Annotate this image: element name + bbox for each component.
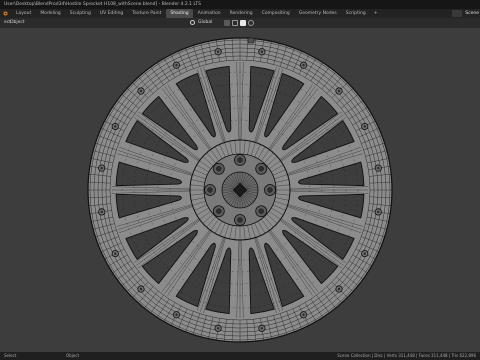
snap-toggle-icon[interactable] xyxy=(224,20,230,26)
proportional-falloff-icon[interactable] xyxy=(248,20,254,26)
rim-bolt-center xyxy=(114,252,117,255)
rim-bolt-center xyxy=(100,166,103,170)
object-menu[interactable]: Object xyxy=(10,18,25,28)
tab-animation[interactable]: Animation xyxy=(194,9,225,18)
rim-bolt-center xyxy=(337,287,341,291)
rim-bolt-center xyxy=(216,327,220,330)
rim-bolt-center xyxy=(114,125,117,128)
workspace-tabs: Layout Modeling Sculpting UV Editing Texture… xyxy=(12,9,381,18)
rim-bolt-center xyxy=(139,89,143,93)
rim-bolt-center xyxy=(260,50,264,53)
rim-bolt-center xyxy=(302,313,305,316)
rim-bolt-center xyxy=(302,64,305,67)
rim-bolt-center xyxy=(139,287,143,291)
tab-shading[interactable]: Shading xyxy=(166,9,193,18)
tab-uv-editing[interactable]: UV Editing xyxy=(96,9,127,18)
rim-bolt-center xyxy=(175,64,178,67)
rim-bolt-center xyxy=(175,313,178,316)
lug-nut-hole xyxy=(258,208,264,214)
tab-compositing[interactable]: Compositing xyxy=(258,9,294,18)
blender-logo-icon[interactable] xyxy=(2,11,8,16)
window-title-bar: User\Desktop\BlendProd34\Hostile Sprocke… xyxy=(0,0,480,9)
window-title: User\Desktop\BlendProd34\Hostile Sprocke… xyxy=(4,2,201,7)
rim-bolt-center xyxy=(337,89,341,93)
3d-viewport[interactable] xyxy=(0,28,480,352)
rim-bolt-center xyxy=(363,252,366,255)
snap-settings-icon[interactable] xyxy=(232,20,238,26)
transform-orientation-dropdown[interactable]: Global xyxy=(198,18,212,28)
status-scene-stats: Scene Collection | Disc | Verts 311,448 … xyxy=(337,353,476,358)
proportional-edit-icon[interactable] xyxy=(240,20,246,26)
lug-nut-hole xyxy=(216,208,222,214)
status-select-hint: Select xyxy=(4,353,17,358)
status-object-hint: Object xyxy=(66,353,80,358)
tab-layout[interactable]: Layout xyxy=(12,9,35,18)
lug-nut-hole xyxy=(258,166,264,172)
lug-nut-hole xyxy=(207,187,213,193)
rim-bolt-center xyxy=(377,210,380,214)
scene-label: Scene xyxy=(465,11,479,16)
tab-rendering[interactable]: Rendering xyxy=(226,9,257,18)
rim-bolt-center xyxy=(377,166,380,170)
workspace-tab-bar: Layout Modeling Sculpting UV Editing Texture… xyxy=(0,9,480,18)
lug-nut-hole xyxy=(267,187,273,193)
tab-geometry-nodes[interactable]: Geometry Nodes xyxy=(295,9,341,18)
wheel-mesh-wireframe[interactable] xyxy=(0,28,480,352)
add-workspace-button[interactable]: + xyxy=(371,9,381,18)
lug-nut-hole xyxy=(237,217,243,223)
tab-texture-paint[interactable]: Texture Paint xyxy=(128,9,165,18)
viewport-header: ect Object Global xyxy=(0,18,480,28)
valve-stem xyxy=(247,37,255,44)
rim-bolt-center xyxy=(100,210,103,214)
tab-modeling[interactable]: Modeling xyxy=(36,9,64,18)
rim-bolt-center xyxy=(260,327,264,330)
rim-bolt-center xyxy=(216,50,220,53)
status-bar: Select Object Scene Collection | Disc | … xyxy=(0,352,480,360)
lug-nut-hole xyxy=(216,166,222,172)
lug-nut-hole xyxy=(237,157,243,163)
scene-selector[interactable] xyxy=(452,10,462,17)
pivot-point-icon[interactable] xyxy=(190,20,195,25)
tab-sculpting[interactable]: Sculpting xyxy=(66,9,95,18)
tab-scripting[interactable]: Scripting xyxy=(342,9,370,18)
rim-bolt-center xyxy=(363,125,366,128)
